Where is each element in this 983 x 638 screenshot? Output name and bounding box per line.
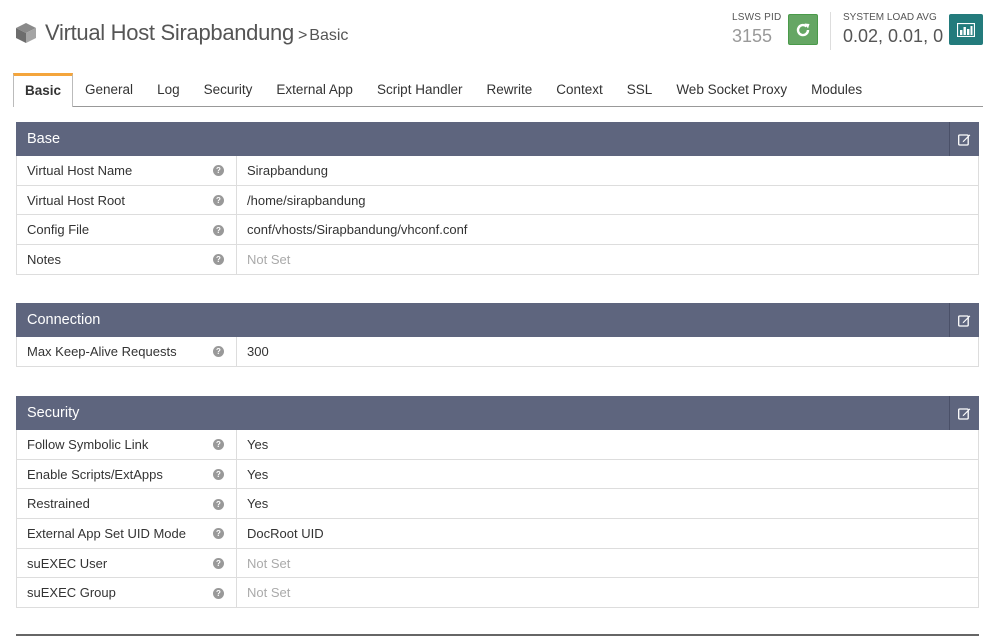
bar-chart-icon [957,22,975,37]
refresh-icon [796,23,810,36]
row-value: 300 [247,343,269,359]
tab-modules[interactable]: Modules [799,74,874,106]
table-row: Notes? Not Set [16,245,979,275]
edit-base-button[interactable] [949,122,979,156]
help-icon[interactable]: ? [213,224,224,236]
table-row: Virtual Host Name? Sirapbandung [16,156,979,186]
stats-button[interactable] [949,14,983,45]
help-icon[interactable]: ? [213,528,224,540]
help-icon[interactable]: ? [213,195,224,207]
row-value: DocRoot UID [247,525,324,541]
row-label: Max Keep-Alive Requests? [17,337,237,366]
help-icon[interactable]: ? [213,254,224,266]
pid-display: LSWS PID 3155 [732,12,788,47]
tab-security[interactable]: Security [192,74,265,106]
load-label: SYSTEM LOAD AVG [843,12,937,23]
tab-context[interactable]: Context [544,74,615,106]
row-value: Yes [247,436,269,452]
next-panel-edge [16,634,979,636]
page-title: Virtual Host Sirapbandung > Basic [15,18,348,46]
help-icon[interactable]: ? [213,558,224,570]
help-icon[interactable]: ? [213,439,224,451]
table-row: Virtual Host Root? /home/sirapbandung [16,185,979,216]
row-label: Enable Scripts/ExtApps? [17,459,237,489]
tab-script-handler[interactable]: Script Handler [365,74,475,106]
table-row: suEXEC User? Not Set [16,548,979,579]
table-row: External App Set UID Mode? DocRoot UID [16,519,979,549]
panel-title: Security [27,405,80,421]
edit-icon [958,133,971,146]
tab-web-socket-proxy[interactable]: Web Socket Proxy [664,74,799,106]
load-value: 0.02, 0.01, 0 [843,26,944,46]
table-row: suEXEC Group? Not Set [16,578,979,609]
breadcrumb-current: Basic [309,27,349,44]
row-value: Sirapbandung [247,162,328,178]
vhost-title: Virtual Host Sirapbandung [45,20,294,45]
tab-ssl[interactable]: SSL [615,74,665,106]
row-value: /home/sirapbandung [247,192,366,208]
row-label: Follow Symbolic Link? [17,430,237,459]
row-value: Yes [247,466,269,482]
edit-security-button[interactable] [949,396,979,430]
row-label: Notes? [17,245,237,274]
table-row: Follow Symbolic Link? Yes [16,430,979,460]
help-icon[interactable]: ? [213,587,224,599]
row-label: suEXEC User? [17,548,237,578]
table-row: Max Keep-Alive Requests? 300 [16,337,979,367]
panel-connection: Connection Max Keep-Alive Requests? 300 [16,303,979,367]
row-label: Virtual Host Root? [17,185,237,215]
panel-title: Base [27,131,61,147]
breadcrumb-separator: > [297,27,308,44]
row-value: conf/vhosts/Sirapbandung/vhconf.conf [247,222,468,238]
row-label: Config File? [17,215,237,245]
row-label: External App Set UID Mode? [17,519,237,548]
help-icon[interactable]: ? [213,165,224,177]
system-load-display: SYSTEM LOAD AVG 0.02, 0.01, 0 [843,12,953,47]
tab-general[interactable]: General [73,74,145,106]
row-value: Not Set [247,585,291,601]
edit-icon [958,314,971,327]
pid-value: 3155 [732,26,773,46]
row-value: Not Set [247,555,291,571]
tab-bar: Basic General Log Security External App … [13,73,983,107]
help-icon[interactable]: ? [213,469,224,481]
table-row: Enable Scripts/ExtApps? Yes [16,459,979,490]
table-row: Restrained? Yes [16,489,979,520]
row-label: suEXEC Group? [17,578,237,608]
help-icon[interactable]: ? [213,498,224,510]
panel-title: Connection [27,312,101,328]
header-divider [830,12,831,50]
panel-base: Base Virtual Host Name? Sirapbandung Vir… [16,122,979,275]
help-icon[interactable]: ? [213,346,224,358]
tab-log[interactable]: Log [145,74,192,106]
panel-header: Base [16,122,979,156]
cube-icon [16,23,36,43]
restart-button[interactable] [788,14,818,45]
row-value: Not Set [247,251,291,267]
tab-rewrite[interactable]: Rewrite [474,74,544,106]
tab-basic[interactable]: Basic [13,73,74,107]
pid-label: LSWS PID [732,12,782,23]
edit-icon [958,407,971,420]
row-value: Yes [247,496,269,512]
panel-header: Connection [16,303,979,337]
tab-external-app[interactable]: External App [264,74,365,106]
row-label: Virtual Host Name? [17,156,237,185]
row-label: Restrained? [17,489,237,519]
table-row: Config File? conf/vhosts/Sirapbandung/vh… [16,215,979,246]
edit-connection-button[interactable] [949,303,979,337]
panel-security: Security Follow Symbolic Link? Yes Enabl… [16,396,979,609]
page-header: Virtual Host Sirapbandung > Basic LSWS P… [0,0,983,70]
panel-header: Security [16,396,979,430]
